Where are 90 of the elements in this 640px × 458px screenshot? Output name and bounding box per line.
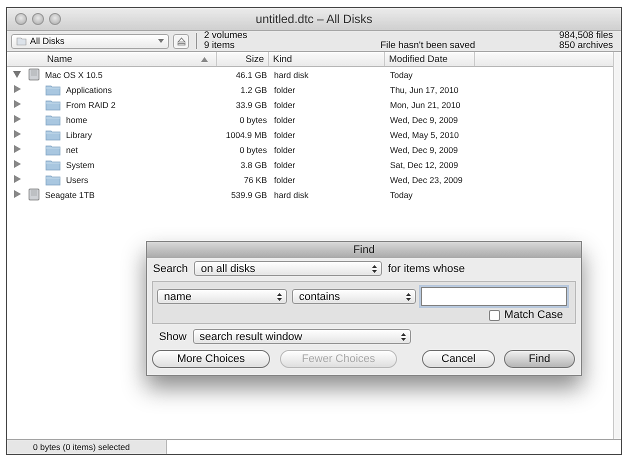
file-name: From RAID 2 bbox=[66, 100, 116, 110]
scope-dropdown[interactable]: on all disks bbox=[194, 261, 382, 276]
file-count: 984,508 files bbox=[559, 31, 613, 41]
file-kind: folder bbox=[274, 144, 296, 154]
item-count: 9 items bbox=[204, 41, 236, 51]
scope-suffix: for items whose bbox=[388, 262, 465, 274]
file-size: 33.9 GB bbox=[236, 100, 267, 110]
scroll-bar[interactable] bbox=[613, 52, 621, 439]
zoom-button[interactable] bbox=[49, 13, 61, 25]
column-header[interactable]: Modified Date bbox=[385, 52, 475, 66]
sort-arrow-icon bbox=[201, 56, 208, 62]
disclosure-triangle[interactable] bbox=[13, 190, 22, 199]
modified-date: Sat, Dec 12, 2009 bbox=[390, 160, 458, 170]
match-case-label: Match Case bbox=[504, 309, 563, 321]
file-name: Mac OS X 10.5 bbox=[45, 70, 103, 80]
file-kind: folder bbox=[274, 84, 296, 94]
minimize-button[interactable] bbox=[32, 13, 44, 25]
file-name: home bbox=[66, 114, 88, 124]
stepper-icon bbox=[400, 332, 407, 342]
file-kind: folder bbox=[274, 130, 296, 140]
file-kind: folder bbox=[274, 100, 296, 110]
file-name: net bbox=[66, 144, 78, 154]
disclosure-triangle[interactable] bbox=[13, 130, 22, 139]
dialog-button[interactable]: More Choices bbox=[152, 350, 270, 368]
folder-icon bbox=[45, 128, 61, 140]
modified-date: Wed, Dec 9, 2009 bbox=[390, 144, 458, 154]
file-size: 1.2 GB bbox=[240, 84, 267, 94]
file-kind: folder bbox=[274, 114, 296, 124]
column-header[interactable]: Size bbox=[217, 52, 269, 66]
column-header[interactable]: Kind bbox=[269, 52, 385, 66]
selection-status: 0 bytes (0 items) selected bbox=[7, 440, 167, 454]
attribute-dropdown[interactable]: name bbox=[157, 289, 287, 304]
disclosure-triangle[interactable] bbox=[13, 70, 22, 79]
show-label: Show bbox=[159, 330, 187, 342]
caret-icon bbox=[158, 39, 164, 43]
file-name: Applications bbox=[66, 84, 112, 94]
file-size: 76 KB bbox=[244, 174, 267, 184]
stepper-icon bbox=[405, 292, 412, 302]
dialog-button[interactable]: Cancel bbox=[422, 350, 495, 368]
modified-date: Wed, May 5, 2010 bbox=[390, 130, 459, 140]
dialog-button[interactable]: Find bbox=[504, 350, 575, 368]
save-status: File hasn't been saved bbox=[380, 41, 476, 51]
modified-date: Wed, Dec 23, 2009 bbox=[390, 174, 463, 184]
file-name: Seagate 1TB bbox=[45, 190, 95, 200]
file-size: 3.8 GB bbox=[240, 160, 267, 170]
file-size: 1004.9 MB bbox=[226, 130, 267, 140]
dialog-title: Find bbox=[353, 244, 375, 256]
file-kind: folder bbox=[274, 174, 296, 184]
file-size: 0 bytes bbox=[240, 114, 267, 124]
file-kind: hard disk bbox=[274, 190, 308, 200]
column-header[interactable]: Name bbox=[7, 52, 217, 66]
modified-date: Today bbox=[390, 70, 413, 80]
search-label: Search bbox=[153, 262, 188, 274]
stepper-icon bbox=[276, 292, 283, 302]
folder-icon bbox=[45, 158, 61, 170]
disclosure-triangle[interactable] bbox=[13, 115, 22, 124]
file-name: System bbox=[66, 160, 94, 170]
window-title: untitled.dtc – All Disks bbox=[256, 12, 372, 26]
folder-icon bbox=[45, 84, 61, 96]
modified-date: Mon, Jun 21, 2010 bbox=[390, 100, 460, 110]
search-input-field[interactable] bbox=[421, 287, 567, 306]
eject-button[interactable] bbox=[173, 34, 189, 48]
match-case-checkbox[interactable] bbox=[489, 310, 500, 320]
file-size: 46.1 GB bbox=[236, 70, 267, 80]
eject-icon bbox=[176, 36, 186, 46]
show-dropdown[interactable]: search result window bbox=[192, 329, 411, 344]
location-dropdown[interactable]: All Disks bbox=[11, 34, 169, 48]
modified-date: Wed, Dec 9, 2009 bbox=[390, 114, 458, 124]
disclosure-triangle[interactable] bbox=[13, 160, 22, 169]
disclosure-triangle[interactable] bbox=[13, 175, 22, 184]
file-name: Users bbox=[66, 174, 88, 184]
file-size: 0 bytes bbox=[240, 144, 267, 154]
file-size: 539.9 GB bbox=[231, 190, 267, 200]
close-button[interactable] bbox=[15, 13, 27, 25]
disclosure-triangle[interactable] bbox=[13, 145, 22, 154]
modified-date: Today bbox=[390, 190, 413, 200]
file-kind: folder bbox=[274, 160, 296, 170]
folder-icon bbox=[45, 144, 61, 156]
modified-date: Thu, Jun 17, 2010 bbox=[390, 84, 459, 94]
file-kind: hard disk bbox=[274, 70, 308, 80]
stepper-icon bbox=[370, 264, 378, 274]
folder-icon bbox=[45, 174, 61, 186]
archive-count: 850 archives bbox=[559, 41, 613, 51]
operator-dropdown[interactable]: contains bbox=[292, 289, 416, 304]
folder-icon bbox=[45, 114, 61, 126]
volume-count: 2 volumes bbox=[204, 31, 248, 41]
file-name: Library bbox=[66, 130, 92, 140]
disclosure-triangle[interactable] bbox=[13, 100, 22, 109]
folder-icon bbox=[45, 98, 61, 110]
disclosure-triangle[interactable] bbox=[13, 85, 22, 94]
